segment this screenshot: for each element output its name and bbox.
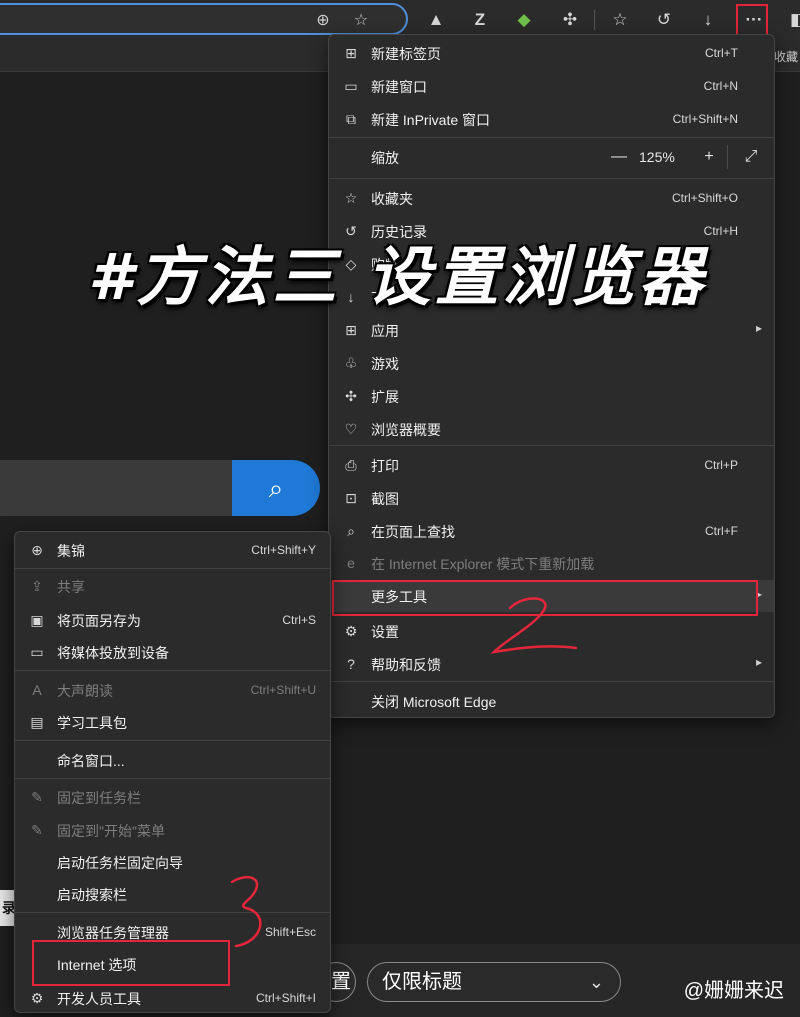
submenu-item-learning-toolkit[interactable]: ▤ 学习工具包 (15, 706, 330, 738)
fullscreen-icon[interactable]: ⤢ (739, 147, 763, 167)
pin-start-icon: ✎ (31, 822, 43, 838)
menu-item-zoom: 缩放 — 125% + ⤢ (329, 141, 774, 173)
submenu-item-search-bar[interactable]: 启动搜索栏 (15, 878, 330, 910)
menu-item-find[interactable]: ⌕ 在页面上查找 Ctrl+F (329, 515, 774, 547)
menu-item-ie-mode: e 在 Internet Explorer 模式下重新加载 (329, 547, 774, 579)
extension-z-icon[interactable]: Z (466, 6, 494, 34)
read-aloud-icon: A (32, 682, 42, 698)
submenu-item-name-window[interactable]: 命名窗口... (15, 744, 330, 776)
page-search-input[interactable] (0, 460, 232, 516)
screenshot-icon: ⊡ (345, 490, 357, 506)
zoom-in-button[interactable]: + (697, 147, 721, 167)
share-icon: ⇪ (31, 578, 43, 594)
address-bar[interactable]: ⊕ ☆ (0, 3, 408, 35)
menu-item-apps[interactable]: ⊞ 应用 ▸ (329, 314, 774, 346)
downloads-toolbar-icon[interactable]: ↓ (694, 6, 722, 34)
zoom-indicator-icon[interactable]: ⊕ (312, 10, 334, 32)
submenu-item-share: ⇪ 共享 (15, 570, 330, 602)
filter-dropdown[interactable]: 仅限标题 ⌄ (367, 962, 621, 1002)
ie-icon: e (347, 555, 355, 571)
submenu-item-collections[interactable]: ⊕ 集锦 Ctrl+Shift+Y (15, 534, 330, 566)
menu-item-new-window[interactable]: ▭ 新建窗口 Ctrl+N (329, 70, 774, 102)
menu-item-print[interactable]: ⎙ 打印 Ctrl+P (329, 449, 774, 481)
apps-icon: ⊞ (345, 322, 357, 338)
print-icon: ⎙ (345, 457, 357, 473)
submenu-item-devtools[interactable]: ⚙ 开发人员工具 Ctrl+Shift+I (15, 982, 330, 1014)
filter-pill-left-label: 置 (331, 971, 351, 993)
find-icon: ⌕ (347, 523, 355, 539)
zoom-out-button[interactable]: — (607, 147, 631, 167)
submenu-item-taskbar-wizard[interactable]: 启动任务栏固定向导 (15, 846, 330, 878)
copilot-icon[interactable]: ◧ (784, 6, 800, 34)
zoom-value: 125% (639, 149, 675, 165)
menu-item-new-inprivate[interactable]: ⧉ 新建 InPrivate 窗口 Ctrl+Shift+N (329, 103, 774, 135)
submenu-item-cast[interactable]: ▭ 将媒体投放到设备 (15, 636, 330, 668)
submenu-item-pin-taskbar: ✎ 固定到任务栏 (15, 781, 330, 813)
menu-item-games[interactable]: ♧ 游戏 (329, 347, 774, 379)
chevron-right-icon: ▸ (755, 321, 762, 335)
menu-item-new-tab[interactable]: ⊞ 新建标签页 Ctrl+T (329, 37, 774, 69)
menu-item-close-edge[interactable]: 关闭 Microsoft Edge (329, 685, 774, 717)
menu-item-screenshot[interactable]: ⊡ 截图 (329, 482, 774, 514)
overlay-title: #方法三 设置浏览器 (88, 241, 707, 315)
pin-taskbar-icon: ✎ (31, 789, 43, 805)
favbar-folder-label[interactable]: 收藏 (774, 48, 798, 65)
menu-item-extensions[interactable]: ✣ 扩展 (329, 380, 774, 412)
learning-toolkit-icon: ▤ (30, 714, 44, 730)
submenu-item-pin-start: ✎ 固定到"开始"菜单 (15, 814, 330, 846)
browser-essentials-icon: ♡ (344, 421, 358, 437)
step-3-handwritten-mark (230, 876, 262, 948)
devtools-icon: ⚙ (30, 990, 44, 1006)
submenu-item-save-page[interactable]: ▣ 将页面另存为 Ctrl+S (15, 604, 330, 636)
filter-dropdown-label: 仅限标题 (382, 971, 462, 993)
submenu-item-read-aloud: A 大声朗读 Ctrl+Shift+U (15, 674, 330, 706)
new-window-icon: ▭ (344, 78, 358, 94)
history-toolbar-icon[interactable]: ↺ (650, 6, 678, 34)
collections-icon: ⊕ (31, 542, 43, 558)
extension-a-icon[interactable]: ▲ (422, 6, 450, 34)
cast-icon: ▭ (30, 644, 44, 660)
inprivate-icon: ⧉ (346, 111, 356, 127)
page-search-button[interactable]: ⌕ (232, 460, 320, 516)
menu-item-browser-essentials[interactable]: ♡ 浏览器概要 (329, 413, 774, 445)
chevron-down-icon: ⌄ (588, 972, 604, 992)
favorites-icon: ☆ (344, 190, 358, 206)
extensions-icon: ✣ (345, 388, 357, 404)
favorites-toolbar-icon[interactable]: ☆ (606, 6, 634, 34)
extension-gem-icon[interactable]: ◆ (510, 6, 538, 34)
settings-icon: ⚙ (344, 623, 358, 639)
chevron-right-icon: ▸ (755, 655, 762, 669)
save-page-icon: ▣ (30, 612, 44, 628)
help-icon: ? (347, 656, 355, 672)
menu-item-favorites[interactable]: ☆ 收藏夹 Ctrl+Shift+O (329, 182, 774, 214)
highlight-internet-options (32, 940, 230, 986)
new-tab-icon: ⊞ (345, 45, 357, 61)
step-2-handwritten-mark (490, 597, 578, 654)
add-favorite-star-icon[interactable]: ☆ (350, 10, 372, 32)
extensions-puzzle-icon[interactable]: ✣ (556, 6, 584, 34)
games-icon: ♧ (344, 355, 358, 371)
search-icon: ⌕ (268, 473, 284, 503)
watermark: @姗姗来迟 (683, 980, 784, 1002)
